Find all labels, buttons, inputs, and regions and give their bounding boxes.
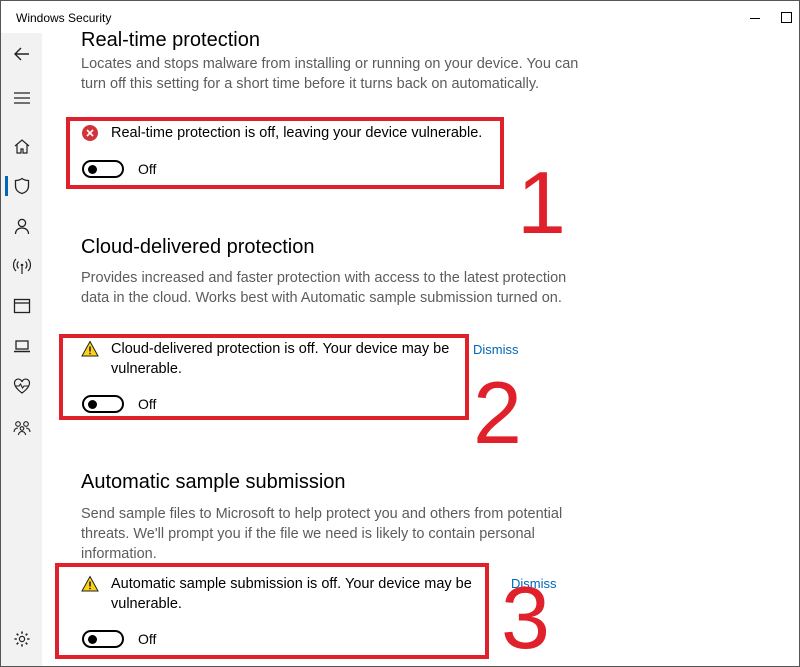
annotation-number-1: 1	[517, 153, 566, 252]
family-icon[interactable]	[11, 416, 33, 438]
settings-gear-icon[interactable]	[11, 628, 33, 650]
section-title-sample: Automatic sample submission	[81, 471, 346, 493]
home-icon[interactable]	[11, 135, 33, 157]
section-desc-cloud: Provides increased and faster protection…	[81, 270, 567, 306]
annotation-box-2	[59, 334, 469, 420]
annotation-box-1	[66, 117, 504, 189]
minimize-button[interactable]	[731, 1, 777, 33]
section-title-realtime: Real-time protection	[81, 29, 260, 51]
section-desc-realtime: Locates and stops malware from installin…	[81, 56, 579, 92]
hamburger-menu-icon[interactable]	[11, 87, 33, 109]
back-arrow-icon[interactable]	[11, 43, 33, 65]
person-icon[interactable]	[11, 215, 33, 237]
section-desc-sample: Send sample files to Microsoft to help p…	[81, 506, 563, 562]
maximize-button[interactable]	[777, 1, 799, 33]
active-nav-indicator	[5, 176, 8, 196]
section-title-cloud: Cloud-delivered protection	[81, 236, 315, 258]
browser-window-icon[interactable]	[11, 295, 33, 317]
navigation-sidebar	[1, 33, 42, 666]
shield-icon[interactable]	[11, 175, 33, 197]
window-title: Windows Security	[16, 11, 112, 25]
cloud-dismiss-link[interactable]: Dismiss	[473, 342, 519, 357]
windows-security-window: Windows Security Real-time protection Lo…	[0, 0, 800, 667]
laptop-icon[interactable]	[11, 335, 33, 357]
annotation-box-3	[55, 563, 489, 659]
annotation-number-2: 2	[473, 363, 522, 462]
wireless-icon[interactable]	[11, 255, 33, 277]
heart-health-icon[interactable]	[11, 375, 33, 397]
annotation-number-3: 3	[501, 568, 550, 667]
